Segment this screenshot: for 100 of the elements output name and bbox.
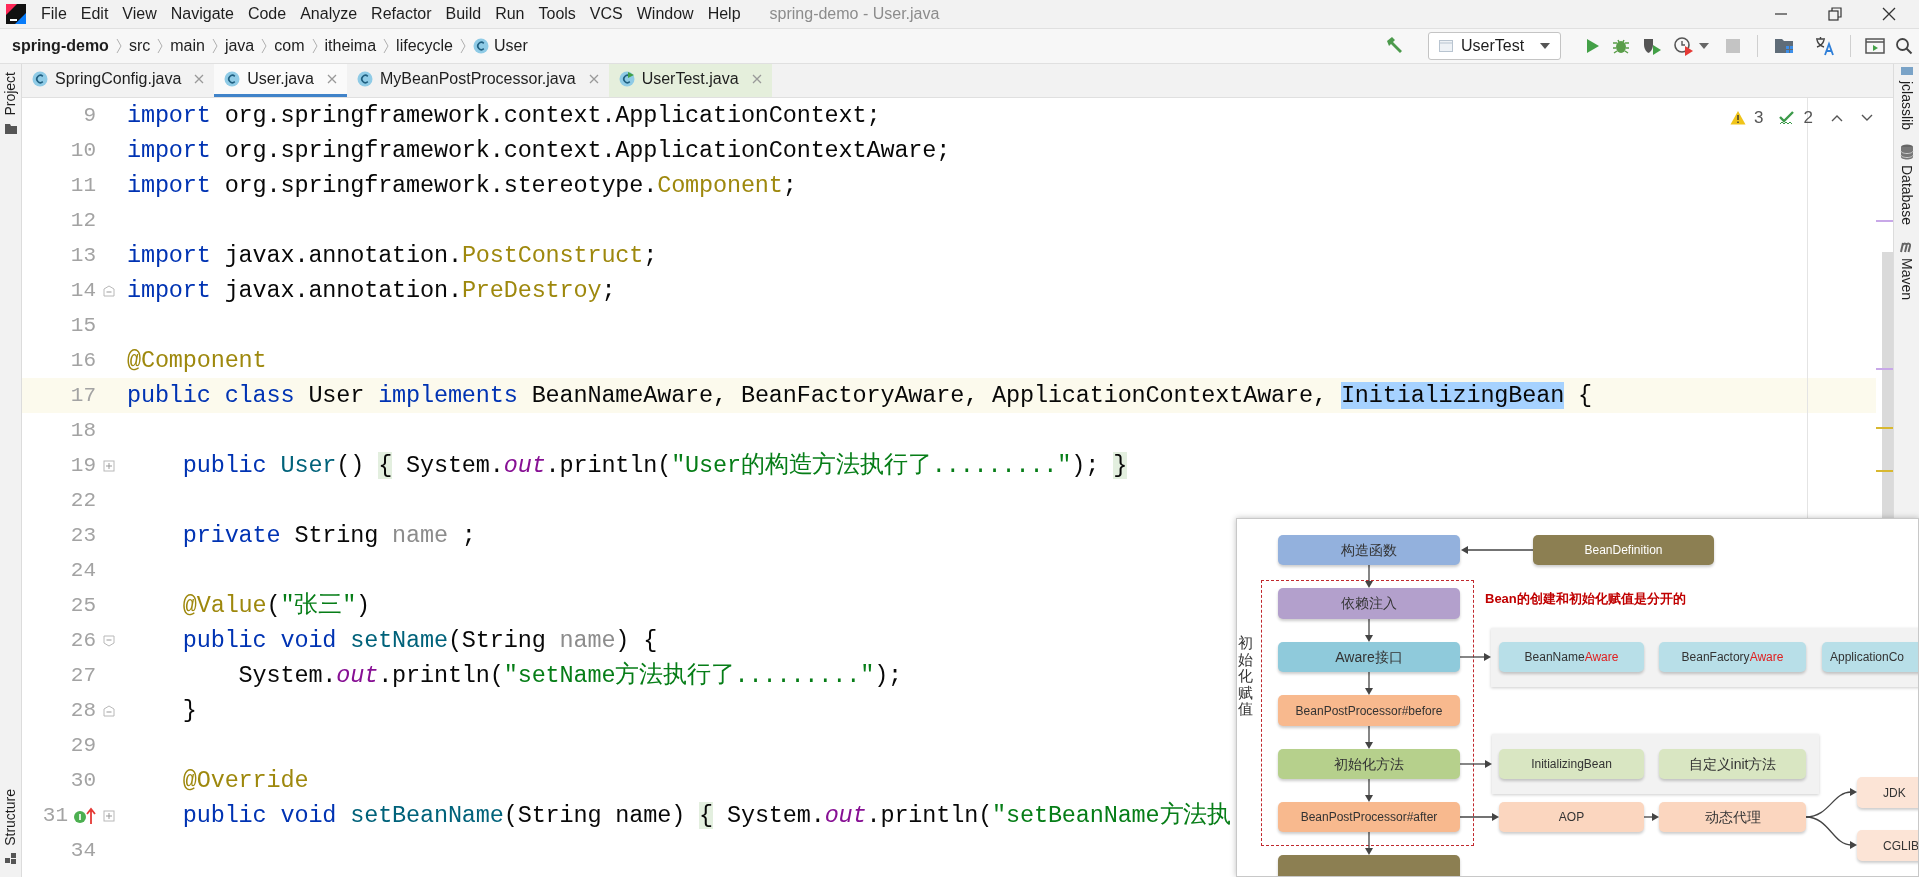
window-title: spring-demo - User.java bbox=[769, 4, 940, 24]
caret-icon[interactable] bbox=[1699, 43, 1709, 49]
translate-icon[interactable] bbox=[1814, 35, 1836, 57]
chevron-icon bbox=[382, 37, 391, 55]
folder-icon[interactable] bbox=[3, 121, 18, 135]
line-number: 29 bbox=[70, 732, 96, 759]
breadcrumb-item[interactable]: src bbox=[128, 34, 151, 58]
run-configuration-dropdown[interactable]: UserTest bbox=[1428, 32, 1561, 60]
line-number: 18 bbox=[70, 417, 96, 444]
menu-item[interactable]: Analyze bbox=[293, 2, 365, 26]
line-number: 15 bbox=[70, 312, 96, 339]
class-icon bbox=[32, 71, 48, 87]
expand-icon[interactable] bbox=[103, 459, 115, 472]
structure-icon[interactable] bbox=[3, 852, 18, 865]
line-number: 19 bbox=[70, 452, 96, 479]
breadcrumb-item[interactable]: com bbox=[274, 34, 305, 58]
arrow bbox=[1459, 653, 1491, 661]
coverage-icon[interactable] bbox=[1641, 36, 1663, 56]
close-icon[interactable] bbox=[1881, 6, 1897, 22]
profiler-icon[interactable] bbox=[1673, 36, 1695, 56]
arrow bbox=[1365, 831, 1373, 855]
database-icon[interactable] bbox=[1899, 144, 1914, 160]
menu-item[interactable]: VCS bbox=[582, 2, 630, 26]
menu-item[interactable]: Help bbox=[700, 2, 748, 26]
line-number: 22 bbox=[70, 487, 96, 514]
editor-tab[interactable]: SpringConfig.java bbox=[22, 64, 215, 97]
chevron-icon bbox=[310, 37, 319, 55]
run-window-icon[interactable] bbox=[1865, 37, 1885, 55]
menu-item[interactable]: View bbox=[115, 2, 164, 26]
warning-icon[interactable] bbox=[1730, 110, 1747, 126]
next-icon[interactable] bbox=[1861, 113, 1873, 122]
line-number: 12 bbox=[70, 207, 96, 234]
scrollbar-thumb[interactable] bbox=[1882, 252, 1893, 518]
code-line: import org.springframework.context.ApplicationContext; bbox=[126, 101, 881, 131]
flow-step: BeanPostProcessor#after bbox=[1278, 802, 1460, 832]
line-number: 24 bbox=[70, 557, 96, 584]
line-number: 10 bbox=[70, 137, 96, 164]
editor-tab[interactable]: UserTest.java bbox=[608, 64, 772, 97]
implements-icon[interactable] bbox=[72, 805, 96, 826]
breadcrumb-item[interactable]: itheima bbox=[324, 34, 377, 58]
flow-step: 依赖注入 bbox=[1278, 588, 1460, 619]
menu-item[interactable]: Tools bbox=[531, 2, 583, 26]
code-line: import org.springframework.stereotype.Component; bbox=[126, 171, 797, 201]
arrow bbox=[1365, 778, 1373, 802]
flow-step: 构造函数 bbox=[1278, 535, 1460, 565]
menu-item[interactable]: Edit bbox=[73, 2, 116, 26]
menu-item[interactable]: Run bbox=[488, 2, 532, 26]
curved-arrow bbox=[1805, 816, 1857, 849]
arrow bbox=[1365, 618, 1373, 642]
class-icon bbox=[357, 71, 373, 87]
menu-item[interactable]: Refactor bbox=[364, 2, 439, 26]
weak-warning-icon[interactable] bbox=[1777, 109, 1796, 126]
app-logo-icon[interactable] bbox=[6, 4, 26, 24]
window-icon bbox=[1439, 40, 1453, 52]
previous-icon[interactable] bbox=[1831, 113, 1843, 122]
restore-icon[interactable] bbox=[1827, 6, 1843, 22]
menu-item[interactable]: Code bbox=[240, 2, 294, 26]
tool-window-tab[interactable]: Database bbox=[1896, 165, 1917, 225]
code-line: public class User implements BeanNameAware, BeanFactoryAware, ApplicationContextAware, InitializingBean { bbox=[126, 381, 1593, 411]
tool-window-tab[interactable]: Maven bbox=[1896, 257, 1917, 300]
breadcrumb-item[interactable]: spring-demo bbox=[12, 34, 109, 58]
project-structure-icon[interactable] bbox=[1774, 36, 1796, 56]
weak-warning-count[interactable]: 2 bbox=[1803, 105, 1813, 131]
breadcrumb-item[interactable]: lifecycle bbox=[396, 34, 453, 58]
line-number: 9 bbox=[83, 102, 96, 129]
menu-item[interactable]: File bbox=[34, 2, 74, 26]
tool-window-tab[interactable]: jclasslib bbox=[1896, 81, 1917, 130]
search-icon[interactable] bbox=[1895, 37, 1913, 55]
code-line: private String name ; bbox=[181, 521, 476, 551]
flow-step: BeanPostProcessor#before bbox=[1278, 695, 1460, 726]
flow-step: JDK bbox=[1857, 777, 1918, 808]
side-label: 初始化赋值 bbox=[1238, 635, 1253, 718]
warning-count[interactable]: 3 bbox=[1754, 105, 1764, 131]
line-number: 25 bbox=[70, 592, 96, 619]
menu-item[interactable]: Build bbox=[438, 2, 489, 26]
arrow bbox=[1365, 671, 1373, 695]
arrow bbox=[1643, 813, 1659, 821]
editor-tab[interactable]: User.java bbox=[214, 64, 347, 97]
chevron-icon bbox=[114, 37, 123, 55]
flow-step: AOP bbox=[1499, 802, 1644, 832]
line-number: 27 bbox=[70, 662, 96, 689]
line-number: 23 bbox=[70, 522, 96, 549]
class-icon bbox=[473, 38, 489, 54]
class-file-icon[interactable] bbox=[1899, 66, 1914, 76]
expand-icon[interactable] bbox=[103, 809, 115, 822]
diagram-note: Bean的创建和初始化赋值是分开的 bbox=[1485, 590, 1686, 608]
line-number: 34 bbox=[70, 837, 96, 864]
tool-window-tab[interactable]: Project bbox=[0, 72, 21, 116]
code-line: public void setBeanName(String name) { System.out.println("setBeanName方法执 bbox=[181, 800, 1232, 831]
breadcrumb-item[interactable]: java bbox=[224, 34, 255, 58]
code-line: import javax.annotation.PostConstruct; bbox=[126, 241, 658, 271]
tool-window-tab[interactable]: Structure bbox=[0, 789, 21, 846]
chevron-icon bbox=[210, 37, 219, 55]
menu-item[interactable]: Window bbox=[629, 2, 701, 26]
line-number: 28 bbox=[70, 697, 96, 724]
breadcrumb-item[interactable]: User bbox=[494, 34, 528, 58]
breadcrumb-item[interactable]: main bbox=[170, 34, 205, 58]
menu-item[interactable]: Navigate bbox=[163, 2, 241, 26]
line-number: 11 bbox=[70, 172, 96, 199]
editor-tab[interactable]: MyBeanPostProcessor.java bbox=[347, 64, 609, 97]
